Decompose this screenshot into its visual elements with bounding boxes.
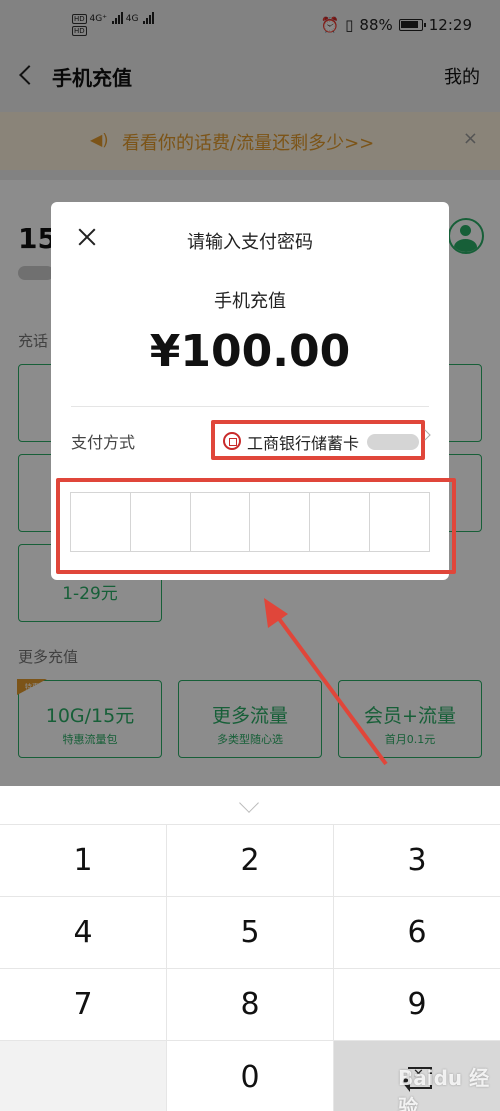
bank-logo-icon [223, 432, 241, 450]
payment-password-dialog: 请输入支付密码 手机充值 ¥100.00 支付方式 工商银行储蓄卡 [51, 202, 456, 580]
password-digit-cell [131, 493, 191, 551]
product-name: 手机充值 [214, 291, 286, 312]
password-digit-cell [191, 493, 251, 551]
key-2[interactable]: 2 [167, 825, 334, 896]
watermark: Baidu 经验 [398, 1066, 490, 1111]
dialog-title: 请输入支付密码 [187, 232, 313, 253]
key-3[interactable]: 3 [334, 825, 500, 896]
key-8[interactable]: 8 [167, 969, 334, 1040]
key-5[interactable]: 5 [167, 897, 334, 968]
password-digit-cell [310, 493, 371, 551]
payment-amount: ¥100.00 [149, 326, 351, 377]
password-input[interactable] [70, 492, 430, 552]
divider [71, 406, 429, 407]
card-number-blurred [367, 434, 419, 450]
pay-method-selector[interactable]: 工商银行储蓄卡 [211, 420, 425, 460]
key-1[interactable]: 1 [0, 825, 167, 896]
key-9[interactable]: 9 [334, 969, 500, 1040]
key-blank [0, 1041, 167, 1111]
pay-method-label: 支付方式 [71, 433, 136, 452]
key-7[interactable]: 7 [0, 969, 167, 1040]
pay-method-value: 工商银行储蓄卡 [247, 434, 360, 453]
chevron-down-icon[interactable] [239, 793, 259, 813]
key-0[interactable]: 0 [167, 1041, 334, 1111]
password-digit-cell [370, 493, 429, 551]
key-4[interactable]: 4 [0, 897, 167, 968]
key-6[interactable]: 6 [334, 897, 500, 968]
password-digit-cell [250, 493, 311, 551]
password-digit-cell [71, 493, 131, 551]
